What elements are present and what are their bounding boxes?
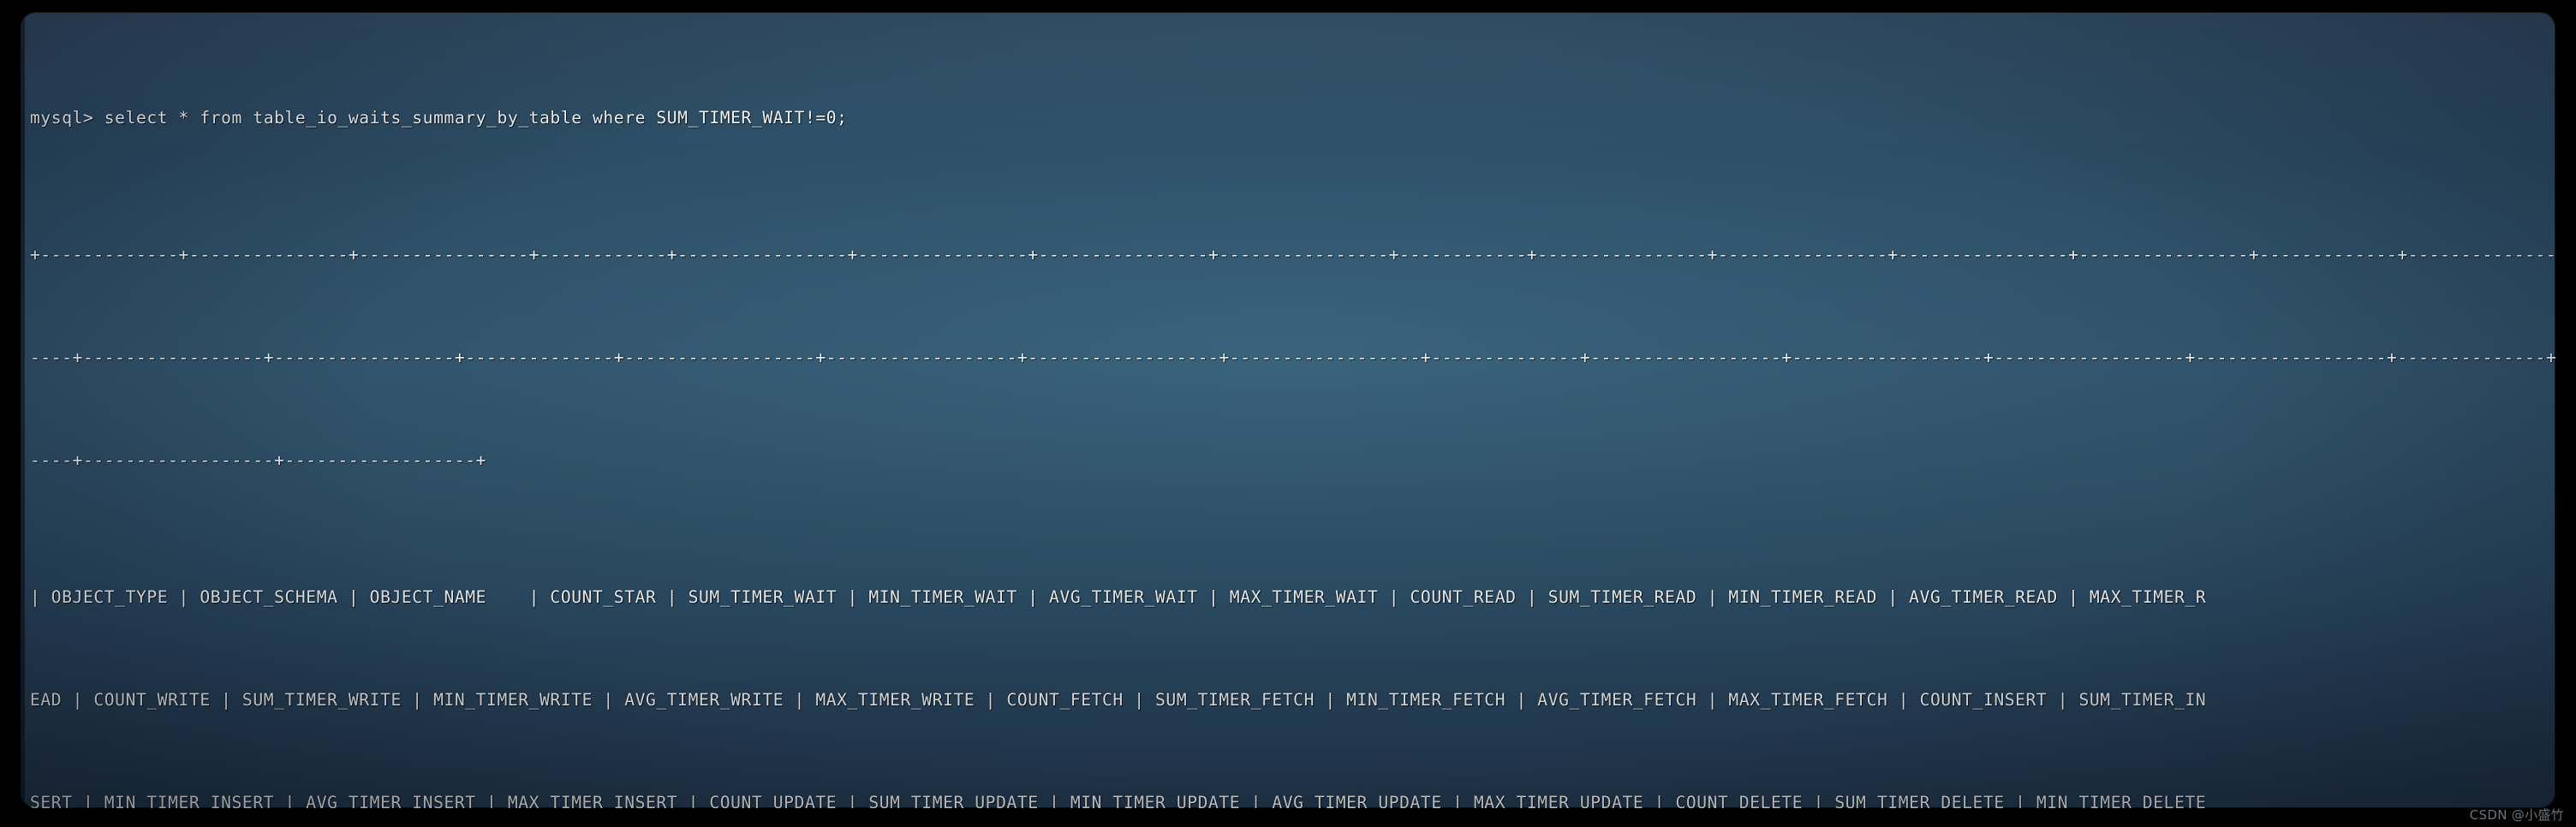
table-border-top-line-1: +-------------+---------------+---------… — [30, 245, 2555, 265]
terminal-console-output[interactable]: mysql> select * from table_io_waits_summ… — [30, 19, 2555, 808]
table-border-top-line-2: ----+-----------------+-----------------… — [30, 348, 2555, 367]
screenshot-root: mysql> select * from table_io_waits_summ… — [0, 0, 2576, 827]
table-header-line-3: SERT | MIN_TIMER_INSERT | AVG_TIMER_INSE… — [30, 793, 2207, 808]
terminal-window[interactable]: mysql> select * from table_io_waits_summ… — [21, 12, 2555, 808]
table-header-line-1: | OBJECT_TYPE | OBJECT_SCHEMA | OBJECT_N… — [30, 587, 2207, 607]
csdn-watermark: CSDN @小盛竹 — [2469, 807, 2564, 823]
terminal-line-prompt[interactable]: mysql> select * from table_io_waits_summ… — [30, 101, 2555, 135]
terminal-left-edge — [21, 12, 25, 808]
table-header-line-2: EAD | COUNT_WRITE | SUM_TIMER_WRITE | MI… — [30, 690, 2207, 710]
table-border-top-line-3: ----+------------------+----------------… — [30, 450, 487, 470]
